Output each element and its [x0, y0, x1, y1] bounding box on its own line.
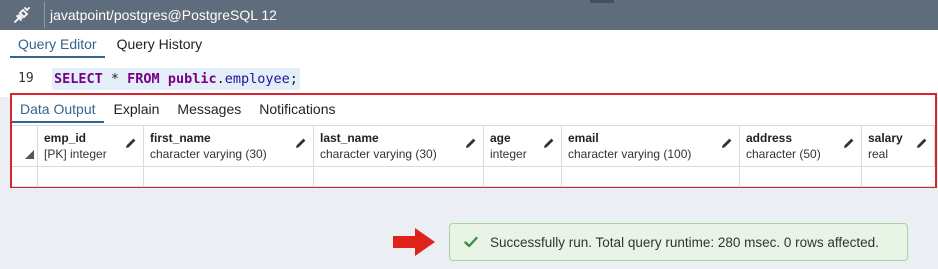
- column-header-age[interactable]: age integer: [484, 126, 562, 166]
- plug-icon[interactable]: [0, 0, 44, 30]
- code-line[interactable]: 19 SELECT * FROM public.employee;: [0, 68, 938, 90]
- keyword-select: SELECT: [54, 71, 103, 87]
- row-cell[interactable]: [144, 166, 314, 187]
- red-arrow-icon: [393, 228, 435, 256]
- pencil-icon[interactable]: [543, 137, 555, 149]
- grid-corner[interactable]: [12, 126, 38, 166]
- pencil-icon[interactable]: [465, 137, 477, 149]
- column-type: real: [868, 147, 889, 161]
- tab-explain[interactable]: Explain: [106, 95, 168, 123]
- query-editor-panel: Query Editor Query History 19 SELECT * F…: [0, 30, 938, 97]
- pencil-icon[interactable]: [721, 137, 733, 149]
- sql-statement[interactable]: SELECT * FROM public.employee;: [52, 68, 300, 90]
- title-notch: [590, 0, 614, 3]
- query-tabs: Query Editor Query History: [10, 30, 210, 58]
- row-cell: [12, 166, 38, 187]
- column-type: [PK] integer: [44, 147, 107, 161]
- row-cell[interactable]: [484, 166, 562, 187]
- success-notification: Successfully run. Total query runtime: 2…: [449, 223, 908, 261]
- output-tabs: Data Output Explain Messages Notificatio…: [12, 95, 344, 125]
- pencil-icon[interactable]: [295, 137, 307, 149]
- column-type: character varying (30): [320, 147, 437, 161]
- column-type: character varying (100): [568, 147, 692, 161]
- column-header-address[interactable]: address character (50): [740, 126, 862, 166]
- data-grid: emp_id [PK] integer first_name character…: [12, 125, 935, 187]
- keyword-from: FROM: [127, 71, 160, 87]
- pencil-icon[interactable]: [843, 137, 855, 149]
- column-header-salary[interactable]: salary real: [862, 126, 935, 166]
- title-separator: [44, 2, 45, 28]
- column-header-first-name[interactable]: first_name character varying (30): [144, 126, 314, 166]
- code-dot: .: [216, 71, 225, 87]
- column-name: email: [568, 131, 599, 145]
- column-type: character varying (30): [150, 147, 267, 161]
- row-cell[interactable]: [740, 166, 862, 187]
- row-cell[interactable]: [38, 166, 144, 187]
- column-name: last_name: [320, 131, 379, 145]
- schema-name: public: [167, 71, 217, 87]
- tab-query-history[interactable]: Query History: [109, 30, 211, 58]
- tab-query-editor[interactable]: Query Editor: [10, 30, 105, 58]
- pencil-icon[interactable]: [916, 137, 928, 149]
- column-type: character (50): [746, 147, 821, 161]
- select-all-icon: [25, 150, 34, 159]
- table-name: employee: [224, 71, 290, 87]
- code-star: *: [102, 71, 128, 87]
- line-number: 19: [18, 71, 34, 86]
- title-bar: javatpoint/postgres@PostgreSQL 12: [0, 0, 938, 30]
- column-header-last-name[interactable]: last_name character varying (30): [314, 126, 484, 166]
- status-message: Successfully run. Total query runtime: 2…: [490, 234, 879, 250]
- tab-messages[interactable]: Messages: [169, 95, 249, 123]
- pencil-icon[interactable]: [125, 137, 137, 149]
- column-header-email[interactable]: email character varying (100): [562, 126, 740, 166]
- row-cell[interactable]: [562, 166, 740, 187]
- tab-data-output[interactable]: Data Output: [12, 95, 104, 123]
- connection-title: javatpoint/postgres@PostgreSQL 12: [50, 7, 277, 23]
- column-type: integer: [490, 147, 527, 161]
- column-name: first_name: [150, 131, 211, 145]
- row-cell[interactable]: [314, 166, 484, 187]
- check-icon: [464, 236, 478, 248]
- tab-notifications[interactable]: Notifications: [251, 95, 343, 123]
- code-semicolon: ;: [289, 71, 298, 87]
- output-panel: Data Output Explain Messages Notificatio…: [10, 93, 937, 188]
- column-header-emp-id[interactable]: emp_id [PK] integer: [38, 126, 144, 166]
